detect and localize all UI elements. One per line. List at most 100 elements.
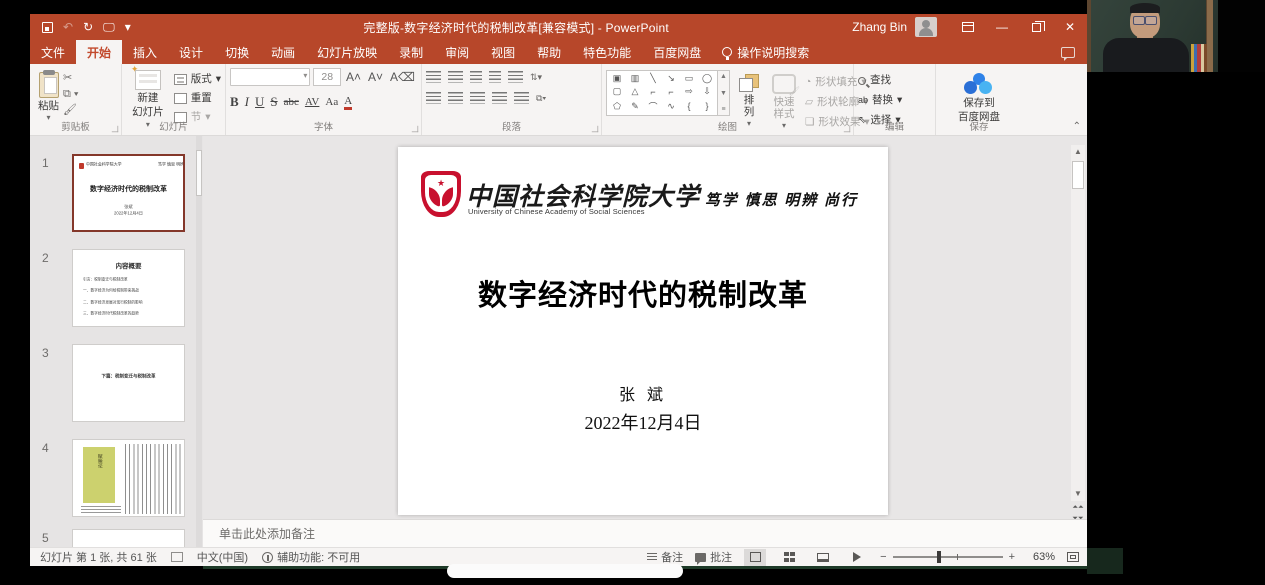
scrollbar-thumb[interactable] <box>1072 161 1084 189</box>
slide-date[interactable]: 2022年12月4日 <box>398 409 888 435</box>
layout-button[interactable]: 版式 ▾ <box>173 72 221 88</box>
paste-button[interactable]: 粘贴 ▾ <box>34 68 63 124</box>
replace-button[interactable]: ab 替换 ▾ <box>858 93 931 109</box>
columns-icon[interactable] <box>514 92 529 104</box>
thumbnail-slide-2-preview[interactable]: 内容概要 引言：税制变迁与税制改革 一、数字经济为何给税制带来挑战 二、数字经济… <box>72 249 185 327</box>
tab-view[interactable]: 视图 <box>480 40 526 64</box>
ribbon-display-options-button[interactable] <box>951 14 985 40</box>
shapes-gallery-scroll[interactable]: ▲ ▼ ≡ <box>718 70 730 116</box>
font-color-button[interactable]: A <box>344 95 353 110</box>
save-icon[interactable] <box>42 21 53 33</box>
font-dialog-launcher[interactable] <box>411 125 419 133</box>
bullets-icon[interactable] <box>426 71 441 83</box>
slide-sorter-view-button[interactable] <box>778 549 800 566</box>
zoom-slider[interactable] <box>892 551 1003 563</box>
cut-icon[interactable]: ✂ <box>63 72 79 85</box>
increase-indent-icon[interactable] <box>489 71 501 83</box>
accessibility-status[interactable]: 辅助功能: 不可用 <box>262 549 360 565</box>
slide-thumbnail-panel: 1 中国社会科学院大学 笃学 慎思 明辨 尚行 数字经济时代的税制改革 张斌20… <box>30 136 203 547</box>
shrink-font-icon[interactable]: A˅ <box>366 70 385 84</box>
strikethrough-button[interactable]: S <box>270 94 277 110</box>
customize-qat-icon[interactable]: ▾ <box>125 21 131 33</box>
zoom-in-button[interactable]: + <box>1009 551 1015 563</box>
tab-home[interactable]: 开始 <box>76 40 123 64</box>
restore-button[interactable] <box>1019 14 1053 40</box>
thumbnail-panel-scrollbar[interactable] <box>196 136 202 547</box>
tab-file[interactable]: 文件 <box>30 40 76 64</box>
slide-title[interactable]: 数字经济时代的税制改革 <box>398 272 888 314</box>
find-button[interactable]: 查找 <box>858 73 931 89</box>
decrease-indent-icon[interactable] <box>470 71 482 83</box>
tab-special-features[interactable]: 特色功能 <box>572 40 642 64</box>
reading-view-button[interactable] <box>812 549 834 566</box>
comments-icon[interactable] <box>1061 46 1075 61</box>
clear-formatting-icon[interactable]: A⌫ <box>388 70 417 84</box>
tab-review[interactable]: 审阅 <box>434 40 480 64</box>
notes-pane[interactable]: 单击此处添加备注 <box>203 519 1087 547</box>
tab-baidu-netdisk[interactable]: 百度网盘 <box>642 40 712 64</box>
thumbnail-slide-1-preview[interactable]: 中国社会科学院大学 笃学 慎思 明辨 尚行 数字经济时代的税制改革 张斌2022… <box>72 154 185 232</box>
text-shadow-button[interactable]: abc <box>284 96 299 108</box>
notes-placeholder[interactable]: 单击此处添加备注 <box>203 525 315 542</box>
previous-slide-button[interactable]: ⏶⏶ <box>1072 504 1083 512</box>
fit-slide-to-window-button[interactable] <box>1067 552 1079 562</box>
undo-icon[interactable]: ↶ <box>63 21 73 33</box>
font-name-combo[interactable] <box>230 68 311 86</box>
tab-transitions[interactable]: 切换 <box>214 40 260 64</box>
align-left-icon[interactable] <box>426 92 441 104</box>
align-right-icon[interactable] <box>470 92 485 104</box>
bold-button[interactable]: B <box>230 94 239 110</box>
drawing-dialog-launcher[interactable] <box>843 125 851 133</box>
character-spacing-button[interactable]: AV <box>305 96 319 108</box>
comments-toggle-button[interactable]: 批注 <box>695 549 732 565</box>
align-center-icon[interactable] <box>448 92 463 104</box>
font-size-combo[interactable]: 28 <box>313 68 341 86</box>
redo-icon[interactable]: ↻ <box>83 21 93 33</box>
tab-insert[interactable]: 插入 <box>122 40 168 64</box>
tab-design[interactable]: 设计 <box>168 40 214 64</box>
grow-font-icon[interactable]: A˄ <box>344 70 363 84</box>
slide-canvas[interactable]: 中国社会科学院大学 University of Chinese Academy … <box>398 147 888 515</box>
line-spacing-icon[interactable] <box>508 71 523 83</box>
minimize-button[interactable]: — <box>985 14 1019 40</box>
tab-slideshow[interactable]: 幻灯片放映 <box>306 40 388 64</box>
shapes-gallery[interactable]: ▣ ▥ ╲ ↘ ▭ ◯ ▢ △ ⌐ ⌐ ⇨ ⇩ ⬠ ✎ ⌒ ∿{} <box>606 70 718 116</box>
zoom-percentage[interactable]: 63% <box>1027 551 1055 563</box>
notes-toggle-button[interactable]: 备注 <box>647 549 683 565</box>
text-direction-icon[interactable]: ⇅▾ <box>530 72 542 83</box>
copy-icon[interactable]: ⧉ ▾ <box>63 88 79 101</box>
tab-record[interactable]: 录制 <box>388 40 434 64</box>
account-avatar[interactable] <box>915 17 937 37</box>
reset-button[interactable]: 重置 <box>173 91 221 107</box>
justify-icon[interactable] <box>492 92 507 104</box>
thumbnail-slide-3-preview[interactable]: 下篇：税制变迁与税制改革 <box>72 344 185 422</box>
slide-author[interactable]: 张 斌 <box>398 381 888 405</box>
format-painter-icon[interactable]: 🖌 <box>63 104 79 117</box>
numbering-icon[interactable] <box>448 71 463 83</box>
thumbnail-slide-5-preview[interactable] <box>72 529 185 547</box>
display-settings-icon[interactable] <box>170 552 183 562</box>
save-to-baidu-button[interactable]: 保存到 百度网盘 <box>940 68 1018 125</box>
convert-smartart-icon[interactable]: ⧉▾ <box>536 93 546 104</box>
normal-view-button[interactable] <box>744 548 767 566</box>
scroll-down-icon[interactable]: ▼ <box>1071 487 1085 501</box>
tell-me-search[interactable]: 操作说明搜索 <box>712 40 819 64</box>
tab-animations[interactable]: 动画 <box>260 40 306 64</box>
zoom-out-button[interactable]: − <box>880 551 886 563</box>
slideshow-view-button[interactable] <box>846 549 868 566</box>
underline-button[interactable]: U <box>255 94 264 110</box>
tab-help[interactable]: 帮助 <box>526 40 572 64</box>
italic-button[interactable]: I <box>245 94 249 110</box>
zoom-slider-thumb[interactable] <box>936 551 941 563</box>
account-name[interactable]: Zhang Bin <box>852 20 907 34</box>
close-button[interactable]: ✕ <box>1053 14 1087 40</box>
slide-vertical-scrollbar[interactable]: ▲ ▼ <box>1071 145 1085 501</box>
thumbnail-slide-4-preview[interactable]: 赋税论 <box>72 439 185 517</box>
collapse-ribbon-icon[interactable]: ⌃ <box>1073 121 1081 132</box>
paragraph-dialog-launcher[interactable] <box>591 125 599 133</box>
start-slideshow-icon[interactable]: 🖵 <box>103 21 115 33</box>
scroll-up-icon[interactable]: ▲ <box>1071 145 1085 159</box>
change-case-button[interactable]: Aa <box>325 96 338 108</box>
clipboard-dialog-launcher[interactable] <box>111 125 119 133</box>
language-indicator[interactable]: 中文(中国) <box>197 549 248 565</box>
